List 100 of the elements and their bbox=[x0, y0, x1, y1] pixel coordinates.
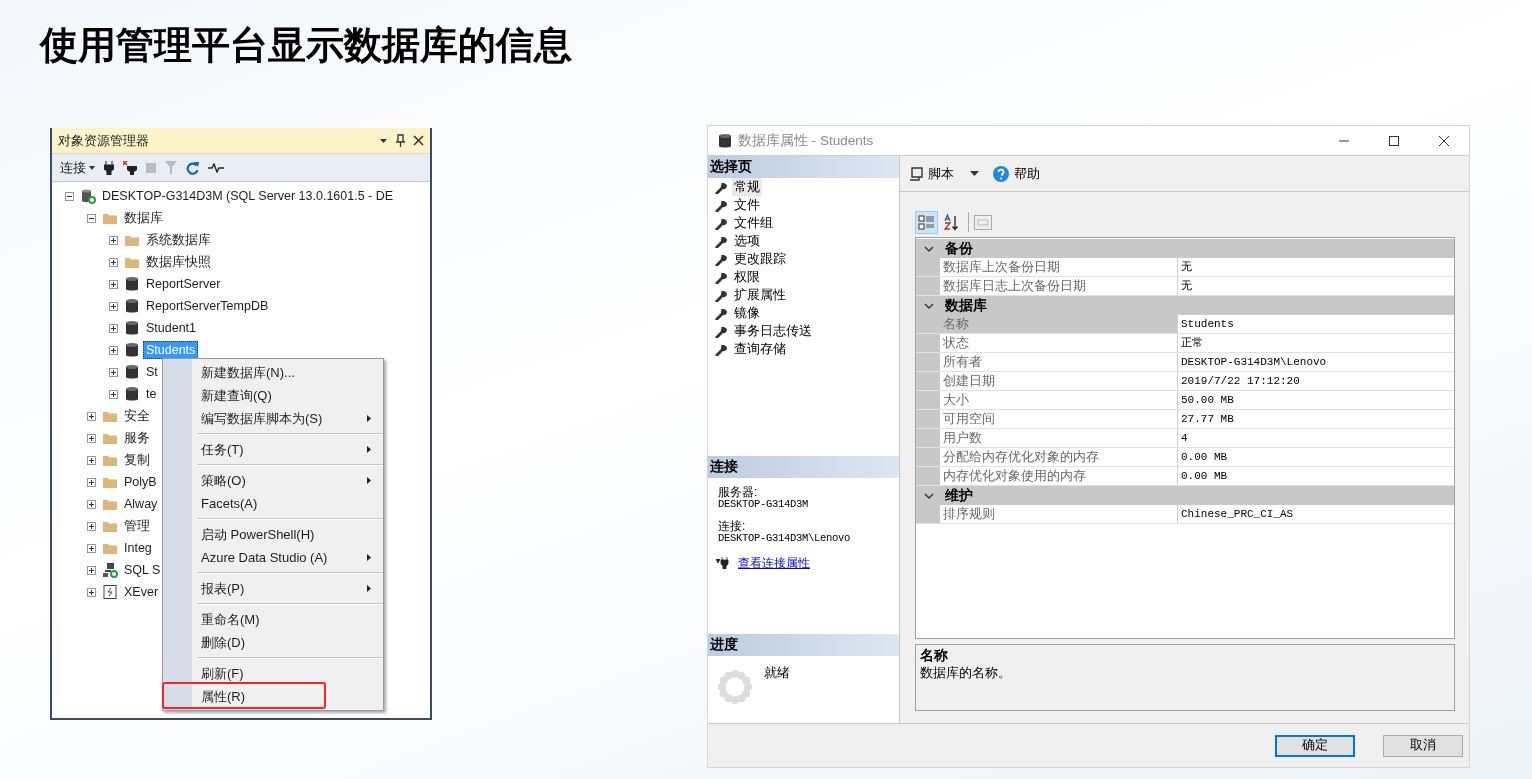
categorized-view-icon[interactable] bbox=[918, 213, 935, 231]
page-item[interactable]: 查询存储 bbox=[732, 340, 788, 358]
expand-icon[interactable] bbox=[109, 345, 118, 355]
plug-icon[interactable] bbox=[104, 160, 114, 175]
tree-item[interactable]: DESKTOP-G314D3M (SQL Server 13.0.1601.5 - DE bbox=[99, 187, 397, 205]
menu-item[interactable]: 刷新(F) bbox=[163, 662, 383, 685]
menu-item[interactable]: 属性(R) bbox=[163, 685, 383, 708]
maximize-icon[interactable] bbox=[1389, 135, 1399, 146]
menu-item[interactable]: Facets(A) bbox=[163, 492, 383, 515]
tree-item[interactable]: XEver bbox=[121, 583, 162, 601]
tree-item[interactable]: te bbox=[143, 385, 160, 403]
expand-icon[interactable] bbox=[87, 499, 96, 509]
property-name[interactable]: 排序规则 bbox=[940, 505, 1178, 523]
database-icon bbox=[124, 364, 140, 380]
expand-icon[interactable] bbox=[87, 565, 96, 575]
collapse-icon[interactable] bbox=[87, 213, 96, 223]
help-button[interactable]: 帮助 bbox=[993, 164, 1040, 183]
chevron-down-icon[interactable] bbox=[924, 302, 934, 309]
page-item[interactable]: 权限 bbox=[732, 268, 762, 286]
dialog-button[interactable]: 确定 bbox=[1275, 734, 1355, 757]
chevron-down-icon[interactable] bbox=[924, 245, 934, 252]
menu-item[interactable]: 新建查询(Q) bbox=[163, 384, 383, 407]
menu-item[interactable]: 删除(D) bbox=[163, 631, 383, 654]
tree-item[interactable]: 服务 bbox=[121, 427, 153, 449]
expand-icon[interactable] bbox=[87, 433, 96, 443]
property-name[interactable]: 内存优化对象使用的内存 bbox=[940, 467, 1178, 485]
tree-item[interactable]: 安全 bbox=[121, 405, 153, 427]
page-item[interactable]: 文件组 bbox=[732, 214, 775, 232]
submenu-arrow-icon bbox=[367, 415, 371, 422]
tree-item[interactable]: ReportServerTempDB bbox=[143, 297, 272, 315]
sort-az-icon[interactable] bbox=[943, 213, 960, 231]
tree-item[interactable]: Alway bbox=[121, 495, 161, 513]
page-item[interactable]: 扩展属性 bbox=[732, 286, 788, 304]
page-item[interactable]: 镜像 bbox=[732, 304, 762, 322]
expand-icon[interactable] bbox=[109, 323, 118, 333]
property-value: 27.77 MB bbox=[1180, 412, 1234, 427]
activity-icon[interactable] bbox=[208, 162, 224, 173]
wrench-icon bbox=[714, 198, 727, 212]
property-name[interactable]: 状态 bbox=[940, 334, 1178, 352]
property-name[interactable]: 所有者 bbox=[940, 353, 1178, 371]
tree-item[interactable]: 管理 bbox=[121, 515, 153, 537]
tree-item[interactable]: St bbox=[143, 363, 161, 381]
expand-icon[interactable] bbox=[87, 477, 96, 487]
property-name[interactable]: 创建日期 bbox=[940, 372, 1178, 390]
page-item[interactable]: 事务日志传送 bbox=[732, 322, 814, 340]
menu-item[interactable]: Azure Data Studio (A) bbox=[163, 546, 383, 569]
expand-icon[interactable] bbox=[109, 389, 118, 399]
collapse-icon[interactable] bbox=[65, 191, 74, 201]
panel-title: 对象资源管理器 bbox=[58, 131, 150, 150]
submenu-arrow-icon bbox=[367, 477, 371, 484]
page-item[interactable]: 更改跟踪 bbox=[732, 250, 788, 268]
menu-item[interactable]: 编写数据库脚本为(S) bbox=[163, 407, 383, 430]
menu-item[interactable]: 启动 PowerShell(H) bbox=[163, 523, 383, 546]
expand-icon[interactable] bbox=[87, 455, 96, 465]
page-item[interactable]: 常规 bbox=[732, 178, 762, 196]
expand-icon[interactable] bbox=[109, 257, 118, 267]
expand-icon[interactable] bbox=[87, 521, 96, 531]
menu-item[interactable]: 任务(T) bbox=[163, 438, 383, 461]
property-name[interactable]: 大小 bbox=[940, 391, 1178, 409]
menu-item[interactable]: 新建数据库(N)... bbox=[163, 361, 383, 384]
close-icon[interactable] bbox=[1439, 135, 1449, 146]
page-item[interactable]: 文件 bbox=[732, 196, 762, 214]
expand-icon[interactable] bbox=[87, 543, 96, 553]
connect-button[interactable]: 连接 bbox=[60, 158, 95, 177]
description-text: 数据库的名称。 bbox=[920, 665, 1012, 682]
tree-item[interactable]: Integ bbox=[121, 539, 155, 557]
disconnect-icon[interactable] bbox=[123, 160, 137, 175]
expand-icon[interactable] bbox=[87, 411, 96, 421]
expand-icon[interactable] bbox=[109, 301, 118, 311]
tree-item[interactable]: PolyB bbox=[121, 473, 160, 491]
property-name[interactable]: 分配给内存优化对象的内存 bbox=[940, 448, 1178, 466]
menu-item[interactable]: 重命名(M) bbox=[163, 608, 383, 631]
tree-item[interactable]: 数据库 bbox=[121, 207, 166, 229]
property-name[interactable]: 可用空间 bbox=[940, 410, 1178, 428]
menu-item[interactable]: 报表(P) bbox=[163, 577, 383, 600]
expand-icon[interactable] bbox=[109, 279, 118, 289]
tree-item[interactable]: 复制 bbox=[121, 449, 153, 471]
chevron-down-icon[interactable] bbox=[924, 492, 934, 499]
tree-item[interactable]: SQL S bbox=[121, 561, 164, 579]
tree-item[interactable]: 系统数据库 bbox=[143, 229, 214, 251]
close-icon[interactable] bbox=[413, 135, 424, 146]
property-name[interactable]: 数据库日志上次备份日期 bbox=[940, 277, 1178, 295]
dropdown-icon[interactable] bbox=[970, 170, 979, 177]
expand-icon[interactable] bbox=[109, 235, 118, 245]
expand-icon[interactable] bbox=[87, 587, 96, 597]
menu-item[interactable]: 策略(O) bbox=[163, 469, 383, 492]
expand-icon[interactable] bbox=[109, 367, 118, 377]
page-item[interactable]: 选项 bbox=[732, 232, 762, 250]
property-name[interactable]: 数据库上次备份日期 bbox=[940, 258, 1178, 276]
dropdown-icon[interactable] bbox=[379, 136, 388, 145]
property-name[interactable]: 用户数 bbox=[940, 429, 1178, 447]
pin-icon[interactable] bbox=[396, 134, 405, 147]
refresh-icon[interactable] bbox=[186, 160, 199, 175]
database-icon bbox=[124, 298, 140, 314]
connection-properties-link[interactable]: 查看连接属性 bbox=[738, 556, 810, 569]
tree-item[interactable]: 数据库快照 bbox=[143, 251, 214, 273]
dialog-button[interactable]: 取消 bbox=[1383, 734, 1463, 757]
tree-item[interactable]: Student1 bbox=[143, 319, 200, 337]
tree-item[interactable]: ReportServer bbox=[143, 275, 224, 293]
script-button[interactable]: 脚本 bbox=[909, 164, 954, 183]
